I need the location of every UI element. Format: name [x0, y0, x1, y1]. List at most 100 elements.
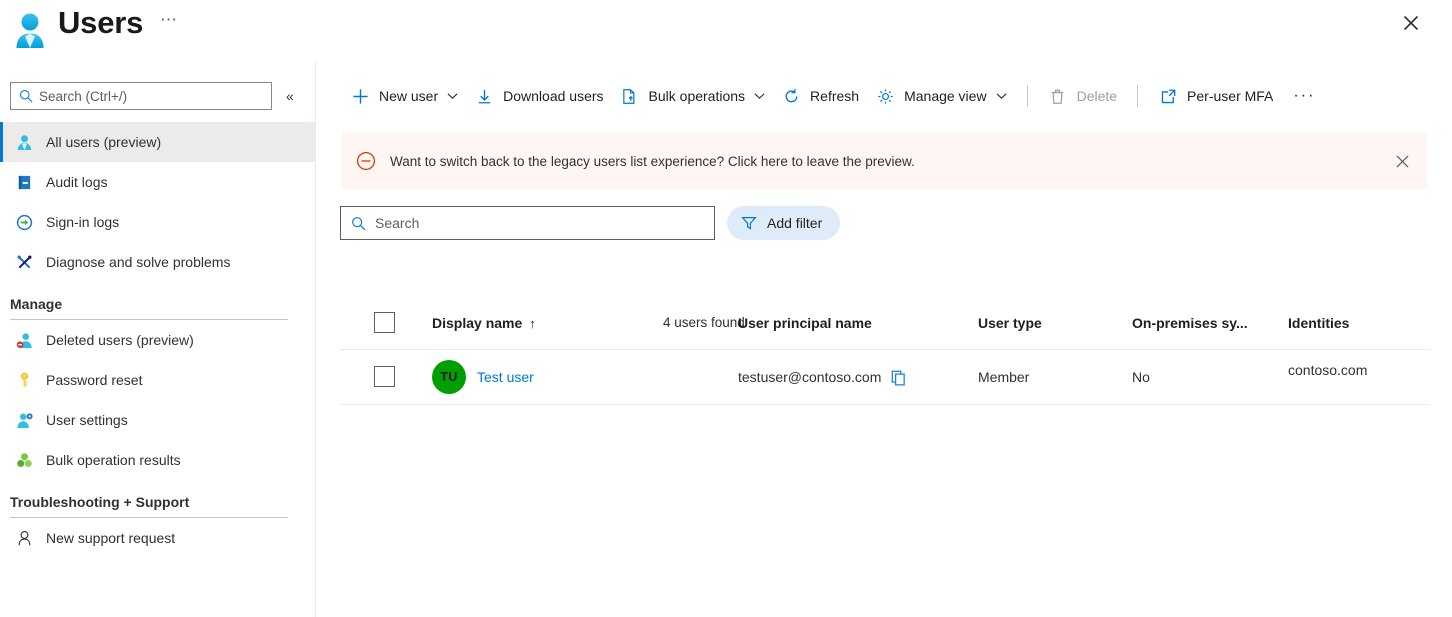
avatar: TU — [432, 360, 466, 394]
sidebar-item-label: Password reset — [46, 372, 143, 388]
download-users-label: Download users — [503, 88, 604, 104]
sidebar-item-password-reset[interactable]: Password reset — [0, 360, 316, 400]
per-user-mfa-label: Per-user MFA — [1187, 88, 1274, 104]
delete-button[interactable]: Delete — [1040, 78, 1125, 114]
preview-banner: Want to switch back to the legacy users … — [342, 133, 1427, 189]
sidebar-item-label: Bulk operation results — [46, 452, 181, 468]
refresh-button[interactable]: Refresh — [773, 78, 867, 114]
sidebar-search[interactable] — [10, 82, 272, 110]
cell-identities: contoso.com — [1288, 350, 1367, 404]
cell-on-premises-sync: No — [1132, 369, 1150, 385]
toolbar-divider — [1026, 85, 1028, 107]
sidebar-item-label: Diagnose and solve problems — [46, 254, 231, 270]
sidebar-item-all-users[interactable]: All users (preview) — [0, 122, 316, 162]
bulk-results-icon — [14, 450, 34, 470]
chevron-down-icon — [754, 92, 765, 100]
support-person-icon — [14, 528, 34, 548]
deleted-user-icon — [14, 330, 34, 350]
column-header-user-type[interactable]: User type — [978, 297, 1042, 349]
sidebar-item-label: Deleted users (preview) — [46, 332, 194, 348]
manage-view-button[interactable]: Manage view — [867, 78, 1015, 114]
page-title: Users — [58, 5, 144, 40]
users-table: Display name ↑ User principal name User … — [340, 297, 1430, 405]
search-icon — [351, 216, 366, 231]
sidebar-item-new-support-request[interactable]: New support request — [0, 518, 316, 558]
sidebar-item-label: User settings — [46, 412, 128, 428]
sidebar-section-title: Troubleshooting + Support — [10, 494, 190, 510]
key-icon — [14, 370, 34, 390]
cell-user-type: Member — [978, 369, 1030, 385]
plus-icon — [350, 86, 370, 106]
sidebar-nav: All users (preview) Audit logs Sign-in l… — [0, 122, 316, 558]
sidebar-section-title: Manage — [10, 296, 63, 312]
user-icon — [14, 132, 34, 152]
bulk-file-icon — [620, 86, 640, 106]
identities-text: contoso.com — [1288, 362, 1368, 378]
close-icon[interactable] — [1398, 10, 1424, 36]
command-bar: New user Download users Bulk operations … — [316, 74, 1452, 118]
sort-ascending-icon: ↑ — [529, 315, 536, 331]
copy-icon[interactable] — [890, 369, 907, 386]
table-search[interactable] — [340, 206, 715, 240]
delete-label: Delete — [1076, 88, 1118, 104]
new-user-button[interactable]: New user — [342, 78, 466, 114]
table-header-row: Display name ↑ User principal name User … — [340, 297, 1430, 350]
title-more-options-button[interactable]: ⋯ — [160, 8, 179, 32]
sidebar-item-label: Audit logs — [46, 174, 108, 190]
user-settings-icon — [14, 410, 34, 430]
preview-banner-text[interactable]: Want to switch back to the legacy users … — [390, 154, 1396, 169]
sign-in-icon — [14, 212, 34, 232]
sidebar-item-sign-in-logs[interactable]: Sign-in logs — [0, 202, 316, 242]
new-user-label: New user — [379, 88, 439, 104]
sidebar-item-label: New support request — [46, 530, 176, 546]
sidebar-item-audit-logs[interactable]: Audit logs — [0, 162, 316, 202]
user-avatar-icon — [12, 10, 48, 50]
main-content: New user Download users Bulk operations … — [316, 60, 1452, 617]
manage-view-label: Manage view — [904, 88, 987, 104]
add-filter-button[interactable]: Add filter — [727, 206, 841, 240]
gear-icon — [875, 86, 895, 106]
cell-display-name: TU Test user — [432, 350, 534, 404]
add-filter-label: Add filter — [767, 215, 823, 231]
trash-icon — [1048, 86, 1068, 106]
sidebar-section-support: Troubleshooting + Support — [0, 494, 316, 518]
table-row: TU Test user testuser@contoso.com Member… — [340, 350, 1430, 405]
sidebar-item-user-settings[interactable]: User settings — [0, 400, 316, 440]
external-link-icon — [1158, 86, 1178, 106]
title-bar: Users ⋯ — [0, 0, 1452, 60]
column-header-user-principal-name[interactable]: User principal name — [738, 297, 872, 349]
refresh-icon — [781, 86, 801, 106]
bulk-operations-label: Bulk operations — [648, 88, 746, 104]
sidebar: « All users (preview) Audit logs — [0, 60, 316, 617]
sidebar-item-label: Sign-in logs — [46, 214, 120, 230]
table-search-input[interactable] — [375, 215, 695, 231]
toolbar-divider — [1137, 85, 1139, 107]
sidebar-item-bulk-operation-results[interactable]: Bulk operation results — [0, 440, 316, 480]
toolbar-overflow-button[interactable]: ··· — [1287, 78, 1321, 114]
bulk-operations-button[interactable]: Bulk operations — [612, 78, 774, 114]
chevron-down-icon — [996, 92, 1007, 100]
filter-icon — [741, 215, 757, 231]
refresh-label: Refresh — [810, 88, 860, 104]
sidebar-item-deleted-users[interactable]: Deleted users (preview) — [0, 320, 316, 360]
per-user-mfa-button[interactable]: Per-user MFA — [1150, 78, 1281, 114]
minus-circle-icon — [356, 151, 376, 171]
audit-log-icon — [14, 172, 34, 192]
sidebar-item-label: All users (preview) — [46, 134, 162, 150]
sidebar-item-diagnose[interactable]: Diagnose and solve problems — [0, 242, 316, 282]
banner-close-icon[interactable] — [1396, 155, 1409, 168]
wrench-screwdriver-icon — [14, 252, 34, 272]
download-icon — [474, 86, 494, 106]
column-header-display-name[interactable]: Display name ↑ — [432, 297, 536, 349]
row-select-checkbox[interactable] — [374, 366, 395, 387]
download-users-button[interactable]: Download users — [466, 78, 611, 114]
column-header-on-premises-sync[interactable]: On-premises sy... — [1132, 297, 1248, 349]
cell-user-principal-name: testuser@contoso.com — [738, 350, 907, 404]
column-header-identities[interactable]: Identities — [1288, 297, 1349, 349]
sidebar-collapse-button[interactable]: « — [286, 86, 294, 106]
user-principal-name-text: testuser@contoso.com — [738, 369, 882, 385]
sidebar-search-input[interactable] — [39, 88, 244, 104]
search-icon — [19, 89, 33, 103]
user-display-name-link[interactable]: Test user — [477, 369, 534, 385]
select-all-checkbox[interactable] — [374, 312, 395, 333]
